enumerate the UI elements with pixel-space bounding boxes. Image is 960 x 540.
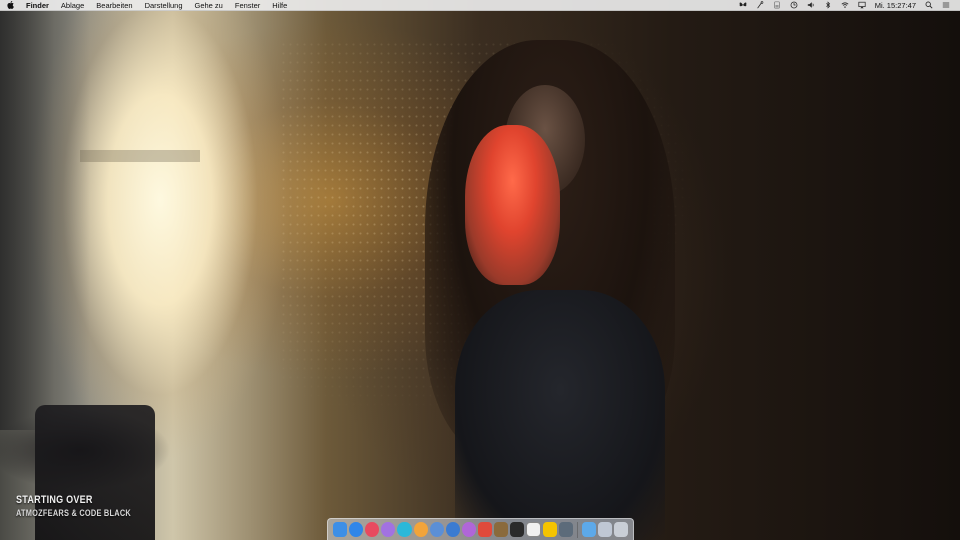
red-app-icon[interactable] [477,522,493,537]
documents-icon[interactable] [597,522,612,537]
menu-bar-status: Mi. 15:27:47 [735,0,960,10]
battery-icon[interactable] [772,0,783,11]
orange-app-icon[interactable] [413,522,428,537]
wifi-icon[interactable] [840,0,851,11]
menu-fenster[interactable]: Fenster [229,0,266,11]
teal-app-icon[interactable] [397,522,412,537]
apple-logo-icon [6,1,14,9]
notes-app-icon[interactable] [494,522,509,537]
chair [35,405,155,540]
volume-icon[interactable] [806,0,817,11]
purple-app-icon[interactable] [381,522,396,537]
menu-hilfe[interactable]: Hilfe [266,0,293,11]
music-app-icon[interactable] [445,522,460,537]
apple-menu-icon[interactable] [0,0,20,11]
cyberduck-icon[interactable] [542,522,557,537]
desktop-wallpaper [0,0,960,540]
menu-gehe-zu[interactable]: Gehe zu [189,0,229,11]
window-frame [0,10,90,430]
window-bar [80,150,200,162]
finder-icon[interactable] [333,522,348,537]
blue-app-icon[interactable] [429,522,444,537]
menu-ablage[interactable]: Ablage [55,0,90,11]
spotlight-icon[interactable] [923,0,934,11]
now-playing-widget: Starting Over Atmozfears & Code Black [16,494,156,519]
podcast-app-icon[interactable] [461,522,476,537]
safari-icon[interactable] [349,522,364,537]
now-playing-artist: Atmozfears & Code Black [16,508,131,518]
trash-icon[interactable] [613,522,629,537]
notification-center-icon[interactable] [940,0,951,11]
person-body [455,290,665,540]
glowing-hand [465,125,560,285]
chess-app-icon[interactable] [526,522,541,537]
itunes-icon[interactable] [365,522,380,537]
menu-bar: Finder Ablage Bearbeiten Darstellung Geh… [0,0,960,11]
utility-app-icon[interactable] [558,522,573,537]
menu-bearbeiten[interactable]: Bearbeiten [90,0,138,11]
menu-app-finder[interactable]: Finder [20,0,55,11]
dock [327,518,634,540]
butterfly-icon[interactable] [738,0,749,11]
now-playing-title: Starting Over [16,494,93,506]
menu-bar-left: Finder Ablage Bearbeiten Darstellung Geh… [0,0,293,10]
time-machine-icon[interactable] [789,0,800,11]
menu-bar-clock[interactable]: Mi. 15:27:47 [875,1,916,10]
downloads-folder-icon[interactable] [581,522,596,537]
wand-icon[interactable] [755,0,766,11]
menu-darstellung[interactable]: Darstellung [139,0,189,11]
bluetooth-icon[interactable] [823,0,834,11]
dock-separator [576,521,578,538]
script-app-icon[interactable] [510,522,525,537]
airplay-icon[interactable] [857,0,868,11]
